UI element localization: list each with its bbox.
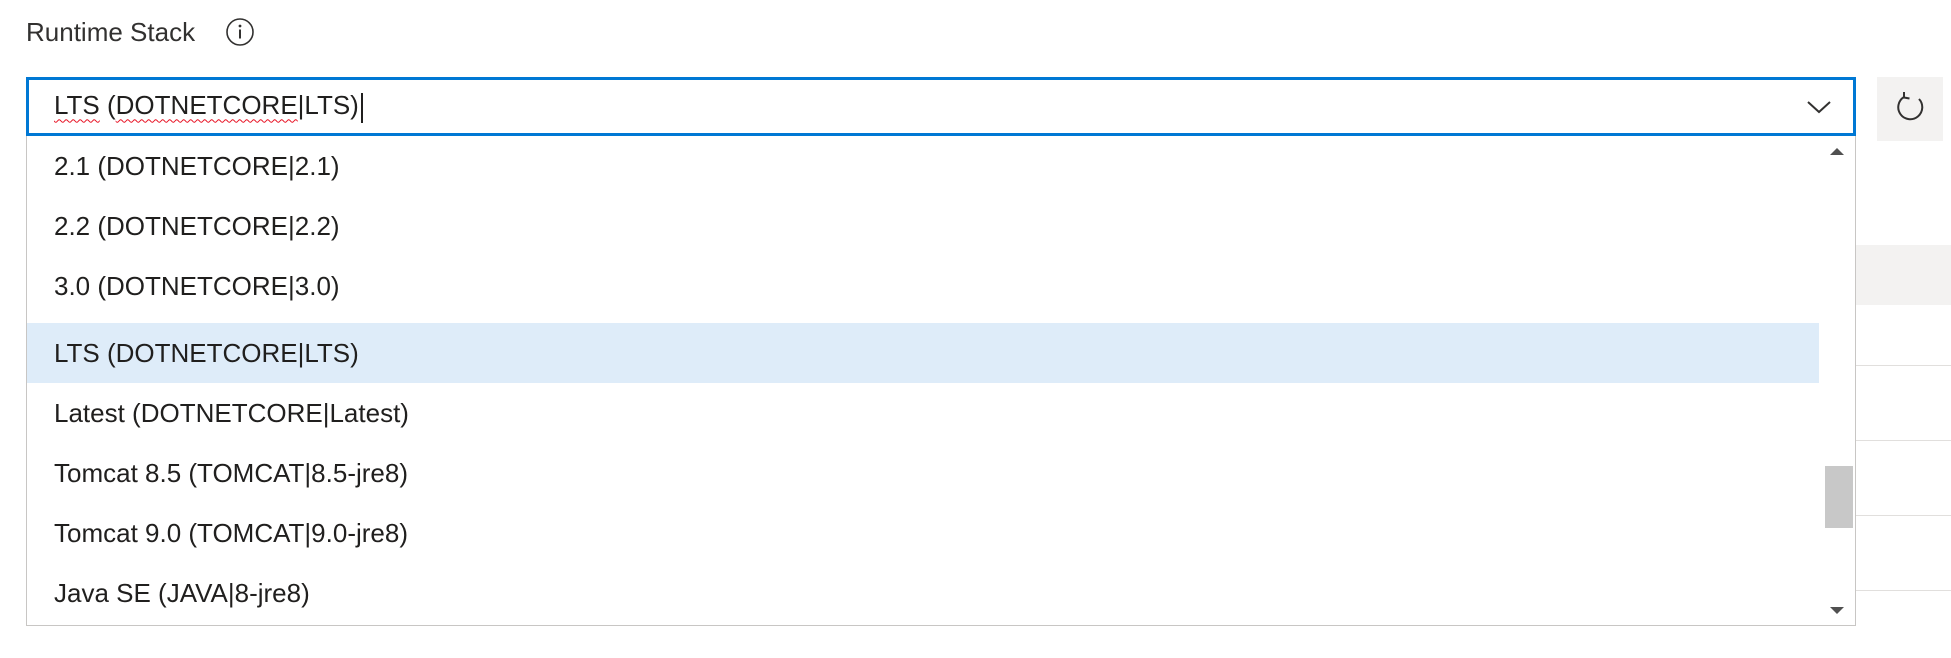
combobox-input[interactable]: LTS (DOTNETCORE|LTS) (29, 90, 1799, 123)
dropdown-option[interactable]: Latest (DOTNETCORE|Latest) (27, 383, 1819, 443)
option-label: LTS (DOTNETCORE|LTS) (54, 337, 359, 368)
option-label: 3.0 (DOTNETCORE|3.0) (54, 270, 340, 301)
option-label: Tomcat 8.5 (TOMCAT|8.5-jre8) (54, 457, 408, 488)
runtime-stack-dropdown-list: 2.1 (DOTNETCORE|2.1) 2.2 (DOTNETCORE|2.2… (26, 136, 1856, 626)
info-icon[interactable] (225, 17, 255, 47)
field-label-row: Runtime Stack (26, 12, 255, 52)
refresh-icon (1892, 89, 1928, 130)
option-label: Tomcat 9.0 (TOMCAT|9.0-jre8) (54, 517, 408, 548)
combobox-value-squiggle: DOTNETCORE (115, 90, 298, 121)
combobox-value-prefix: LTS (54, 90, 100, 121)
chevron-down-icon[interactable] (1799, 87, 1839, 127)
option-label: 2.1 (DOTNETCORE|2.1) (54, 150, 340, 181)
background-divider (1856, 590, 1951, 591)
background-divider (1856, 365, 1951, 366)
background-divider (1856, 515, 1951, 516)
dropdown-option[interactable]: 2.1 (DOTNETCORE|2.1) (27, 136, 1819, 196)
scroll-down-arrow-icon[interactable] (1819, 596, 1855, 625)
field-label: Runtime Stack (26, 16, 196, 47)
dropdown-option[interactable]: 3.0 (DOTNETCORE|3.0) (27, 256, 1819, 316)
runtime-stack-combobox[interactable]: LTS (DOTNETCORE|LTS) (26, 77, 1856, 136)
option-label: Latest (DOTNETCORE|Latest) (54, 397, 409, 428)
background-divider (1856, 440, 1951, 441)
combobox-value-suffix: |LTS) (297, 90, 359, 121)
option-label: Java SE (JAVA|8-jre8) (54, 577, 310, 608)
text-cursor (360, 92, 363, 123)
scroll-up-arrow-icon[interactable] (1819, 136, 1855, 166)
scrollbar-thumb[interactable] (1825, 466, 1853, 528)
option-label: 2.2 (DOTNETCORE|2.2) (54, 210, 340, 241)
refresh-button[interactable] (1877, 77, 1943, 141)
dropdown-option[interactable]: 2.2 (DOTNETCORE|2.2) (27, 196, 1819, 256)
dropdown-option[interactable]: Tomcat 8.5 (TOMCAT|8.5-jre8) (27, 443, 1819, 503)
dropdown-scrollbar[interactable] (1819, 136, 1855, 625)
dropdown-option-selected[interactable]: LTS (DOTNETCORE|LTS) (27, 323, 1819, 383)
dropdown-option[interactable]: Java SE (JAVA|8-jre8) (27, 563, 1819, 623)
background-panel-band (1856, 245, 1951, 305)
runtime-stack-field: Runtime Stack LTS (DOTNETCORE|LTS) 2.1 (… (0, 0, 1951, 658)
combobox-value-middle: ( (99, 90, 116, 121)
dropdown-option[interactable]: Tomcat 9.0 (TOMCAT|9.0-jre8) (27, 503, 1819, 563)
